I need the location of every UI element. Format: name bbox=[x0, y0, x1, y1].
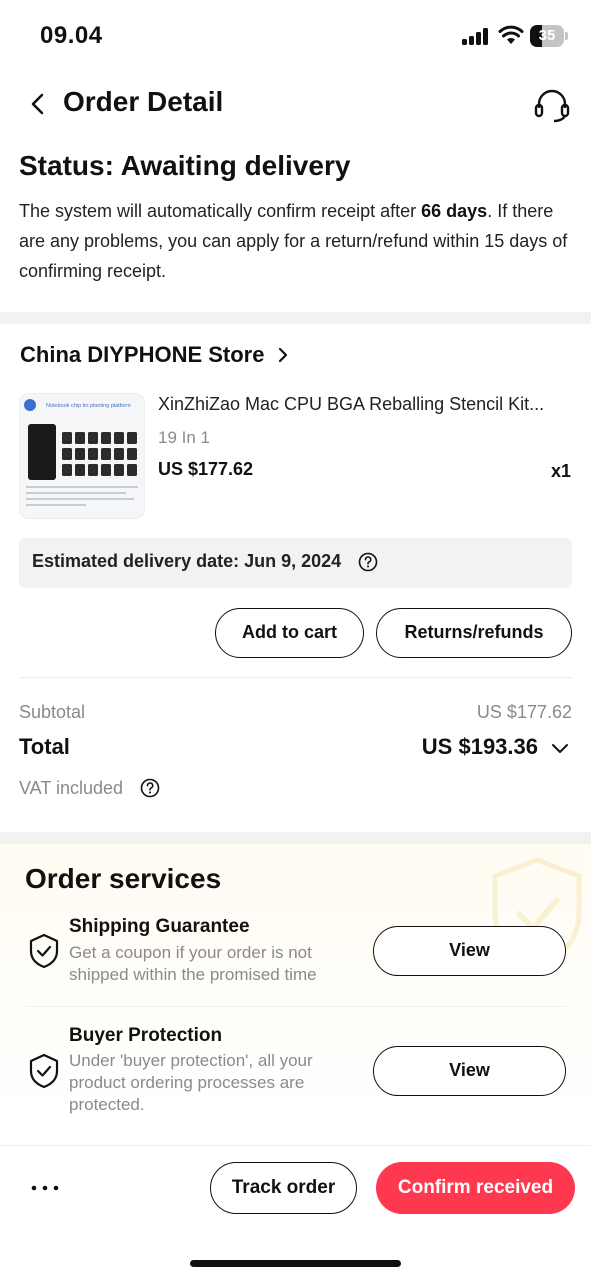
subtotal-label: Subtotal bbox=[19, 702, 86, 722]
track-order-button[interactable]: Track order bbox=[210, 1162, 357, 1214]
more-dots-icon[interactable] bbox=[30, 1184, 60, 1192]
section-divider bbox=[0, 312, 591, 324]
shipping-guarantee-desc: Get a coupon if your order is not shippe… bbox=[69, 943, 317, 984]
estimated-delivery-text: Estimated delivery date: Jun 9, 2024 bbox=[32, 551, 342, 571]
divider bbox=[19, 677, 572, 678]
headset-support-icon[interactable] bbox=[532, 86, 572, 126]
returns-refunds-button[interactable]: Returns/refunds bbox=[376, 608, 572, 658]
home-indicator bbox=[190, 1260, 401, 1267]
buyer-protection-view-button[interactable]: View bbox=[373, 1046, 566, 1096]
order-services-section: Order services Shipping Guarantee Get a … bbox=[0, 844, 591, 1134]
total-value[interactable]: US $193.36 bbox=[422, 734, 538, 760]
vat-label: VAT included bbox=[19, 778, 124, 798]
battery-icon: 35 bbox=[530, 25, 568, 47]
chevron-right-icon bbox=[278, 347, 288, 363]
product-image[interactable]: Notebook chip tin planting platform bbox=[19, 393, 145, 519]
estimated-delivery-box: Estimated delivery date: Jun 9, 2024 bbox=[19, 538, 572, 588]
product-quantity: x1 bbox=[550, 461, 571, 481]
shipping-guarantee-title: Shipping Guarantee bbox=[69, 916, 250, 937]
shipping-guarantee-view-button[interactable]: View bbox=[373, 926, 566, 976]
product-image-graphic: Notebook chip tin planting platform bbox=[20, 394, 144, 518]
section-divider bbox=[0, 832, 591, 844]
add-to-cart-button[interactable]: Add to cart bbox=[215, 608, 364, 658]
buyer-protection-title: Buyer Protection bbox=[69, 1025, 223, 1046]
buyer-protection-desc: Under 'buyer protection', all your produ… bbox=[69, 1051, 313, 1114]
shield-check-icon bbox=[29, 933, 59, 969]
back-arrow-icon[interactable] bbox=[24, 90, 52, 118]
help-question-icon[interactable] bbox=[358, 552, 378, 572]
order-services-title: Order services bbox=[25, 863, 222, 894]
order-status-description: The system will automatically confirm re… bbox=[19, 201, 568, 281]
cellular-signal-icon bbox=[462, 28, 490, 45]
bottom-action-bar: Track order Confirm received bbox=[0, 1145, 591, 1280]
store-link[interactable]: China DIYPHONE Store bbox=[20, 342, 291, 374]
status-time: 09.04 bbox=[40, 22, 103, 49]
battery-level-text: 35 bbox=[538, 27, 556, 44]
product-variant: 19 In 1 bbox=[158, 428, 210, 447]
shield-check-icon bbox=[29, 1053, 59, 1089]
nav-bar: Order Detail bbox=[0, 80, 591, 130]
status-bar: 09.04 35 bbox=[0, 0, 591, 70]
chevron-down-icon[interactable] bbox=[551, 741, 569, 757]
product-image-caption: Notebook chip tin planting platform bbox=[46, 403, 131, 409]
days-remaining: 66 days bbox=[421, 201, 488, 221]
divider bbox=[25, 1006, 566, 1007]
wifi-icon bbox=[498, 25, 524, 44]
subtotal-value: US $177.62 bbox=[476, 702, 572, 722]
order-status-title: Status: Awaiting delivery bbox=[19, 150, 351, 181]
product-price: US $177.62 bbox=[158, 459, 254, 479]
confirm-received-button[interactable]: Confirm received bbox=[376, 1162, 575, 1214]
help-question-icon[interactable] bbox=[140, 778, 160, 798]
product-title[interactable]: XinZhiZao Mac CPU BGA Reballing Stencil … bbox=[158, 394, 570, 415]
page-title: Order Detail bbox=[63, 86, 224, 117]
total-label: Total bbox=[19, 734, 70, 759]
store-name: China DIYPHONE Store bbox=[20, 342, 265, 367]
